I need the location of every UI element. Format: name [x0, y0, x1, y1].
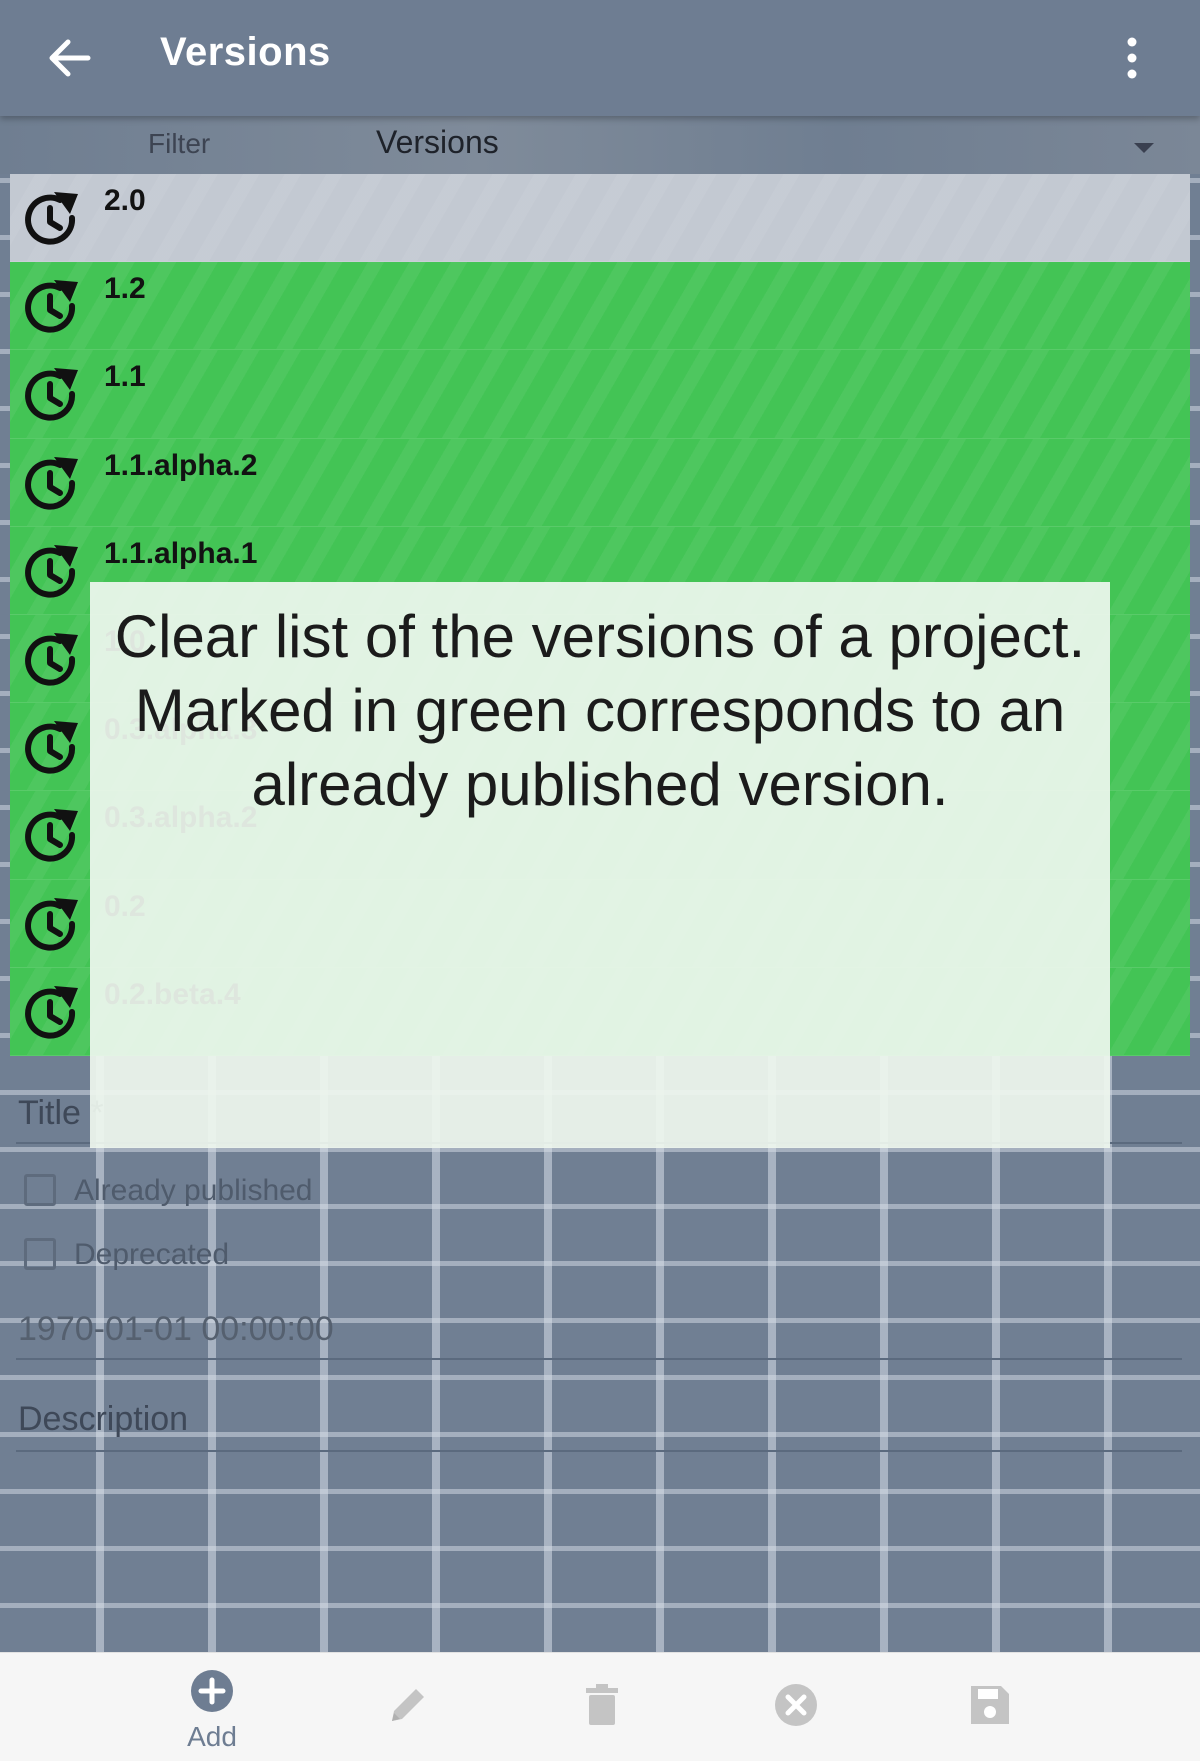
version-history-icon — [25, 897, 78, 951]
deprecated-checkbox[interactable] — [24, 1238, 56, 1270]
version-history-icon — [25, 985, 78, 1039]
version-history-icon — [25, 280, 78, 333]
deprecated-label: Deprecated — [74, 1238, 230, 1271]
version-label: 1.1.alpha.1 — [104, 536, 258, 570]
tooltip-text-line2: Marked in green corresponds to an alread… — [134, 677, 1066, 818]
version-history-icon — [25, 632, 78, 686]
add-button-label: Add — [187, 1721, 237, 1752]
already-published-label: Already published — [74, 1174, 313, 1207]
version-history-icon — [20, 453, 84, 517]
filter-dropdown[interactable]: Versions — [376, 124, 499, 161]
version-history-icon — [20, 982, 84, 1046]
version-label: 1.1 — [104, 360, 146, 394]
cancel-button[interactable] — [734, 1653, 854, 1761]
version-row[interactable]: 1.1.alpha.2 — [10, 438, 1190, 527]
version-label: 1.1.alpha.2 — [104, 448, 258, 482]
version-row[interactable]: 2.0 — [10, 174, 1190, 263]
version-history-icon — [20, 717, 84, 781]
tooltip-text-line1: Clear list of the versions of a project. — [114, 603, 1086, 670]
dropdown-caret-icon[interactable] — [1130, 134, 1158, 162]
version-history-icon — [20, 276, 84, 340]
version-history-icon — [20, 541, 84, 605]
save-disk-icon — [971, 1686, 1009, 1724]
description-input[interactable]: Description — [18, 1400, 188, 1439]
version-history-icon — [25, 809, 78, 862]
app-toolbar: Versions — [0, 0, 1200, 116]
delete-trash-icon — [586, 1684, 618, 1725]
version-history-icon — [25, 456, 78, 510]
version-history-icon — [25, 368, 78, 421]
version-history-icon — [20, 805, 84, 869]
version-label: 1.2 — [104, 272, 146, 306]
description-underline — [16, 1450, 1182, 1452]
version-history-icon — [20, 364, 84, 428]
add-circle-icon — [191, 1670, 233, 1712]
tutorial-tooltip[interactable]: Clear list of the versions of a project.… — [90, 582, 1110, 1148]
version-row[interactable]: 1.1 — [10, 350, 1190, 439]
filter-bar: Filter Versions — [0, 116, 1200, 174]
version-history-icon — [25, 721, 78, 774]
more-vert-icon — [1127, 37, 1137, 79]
back-button[interactable] — [38, 26, 102, 90]
version-history-icon — [20, 629, 84, 693]
arrow-left-icon — [49, 39, 91, 77]
overflow-menu-button[interactable] — [1120, 30, 1144, 86]
version-row[interactable]: 1.2 — [10, 262, 1190, 351]
version-history-icon — [25, 544, 78, 598]
delete-button[interactable] — [540, 1653, 660, 1761]
date-field[interactable]: 1970-01-01 00:00:00 — [18, 1310, 334, 1349]
add-button[interactable]: Add — [150, 1653, 270, 1761]
filter-label: Filter — [148, 128, 211, 159]
save-button[interactable] — [928, 1653, 1048, 1761]
bottom-action-bar: Add — [0, 1652, 1200, 1761]
edit-pencil-icon — [392, 1689, 424, 1721]
date-underline — [16, 1358, 1182, 1360]
edit-button[interactable] — [346, 1653, 466, 1761]
version-history-icon — [20, 894, 84, 958]
cancel-icon — [775, 1684, 817, 1726]
page-title: Versions — [160, 30, 331, 74]
version-label: 2.0 — [104, 184, 146, 217]
version-history-icon — [25, 192, 78, 245]
already-published-checkbox[interactable] — [24, 1174, 56, 1206]
version-history-icon — [20, 188, 84, 252]
